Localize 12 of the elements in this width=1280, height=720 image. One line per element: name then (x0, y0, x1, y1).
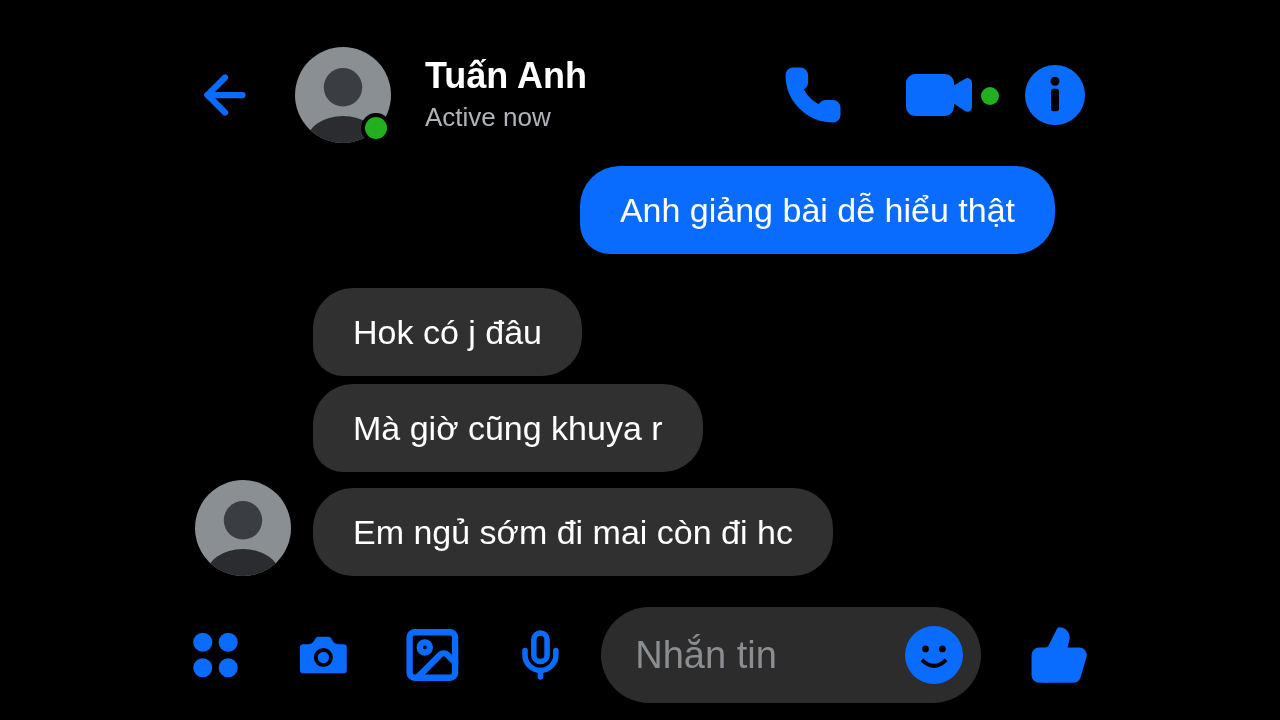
smiley-icon[interactable] (905, 626, 964, 684)
info-icon[interactable] (1025, 65, 1085, 125)
message-bubble: Mà giờ cũng khuya r (313, 384, 703, 472)
phone-icon[interactable] (783, 65, 843, 125)
thumbs-up-icon[interactable] (1029, 624, 1090, 686)
message-bubble: Hok có j đâu (313, 288, 582, 376)
message-bubble: Anh giảng bài dễ hiểu thật (579, 166, 1055, 254)
contact-name: Tuấn Anh (425, 54, 587, 98)
message-composer[interactable]: Nhắn tin (601, 607, 982, 703)
active-status: Active now (425, 101, 552, 134)
message-input-field[interactable]: Nhắn tin (635, 626, 906, 684)
message-bubble: Em ngủ sớm đi mai còn đi hc (313, 488, 833, 576)
